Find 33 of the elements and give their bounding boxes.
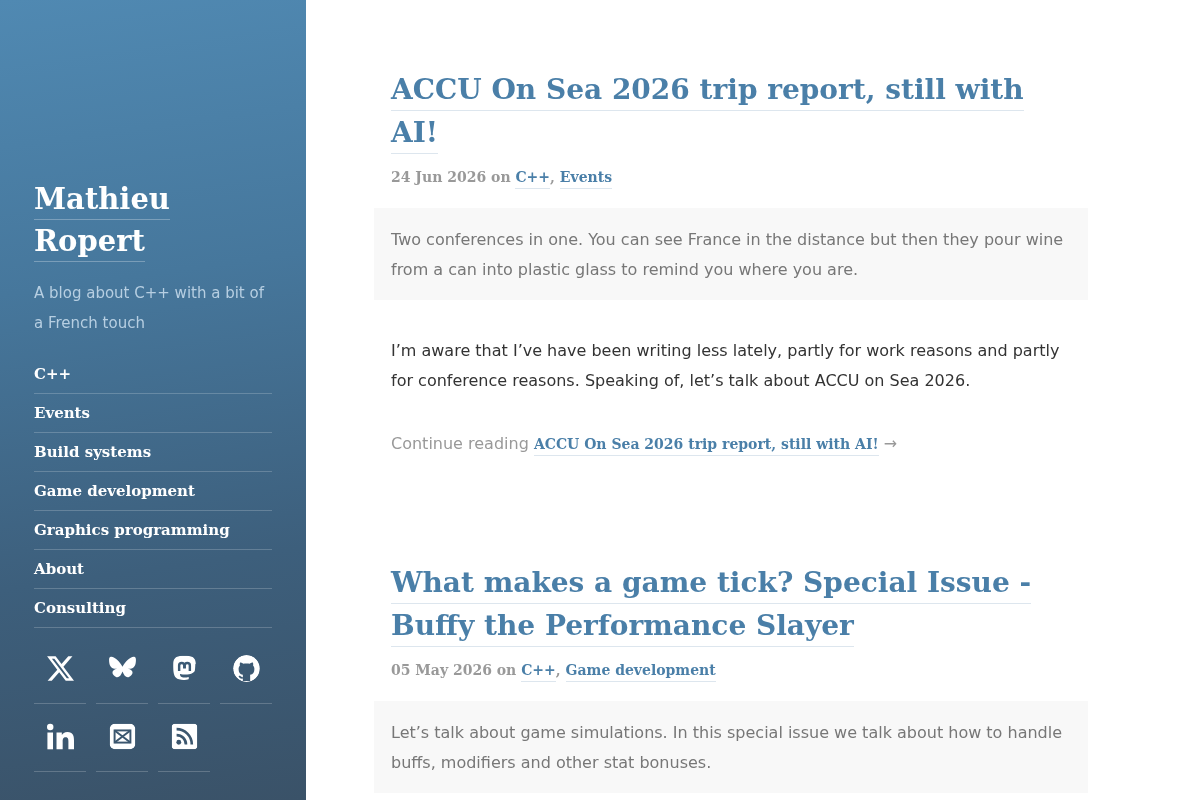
nav-link[interactable]: Events: [34, 394, 272, 433]
rss-icon: [170, 723, 198, 750]
nav-link[interactable]: Build systems: [34, 433, 272, 472]
continue-reading-text: Continue reading: [391, 434, 529, 453]
mastodon-icon: [170, 655, 198, 682]
post-summary: Let’s talk about game simulations. In this special issue we talk about how to handle buffs, modifiers and other stat bonuses.: [374, 701, 1088, 793]
site-title-link[interactable]: Mathieu Ropert: [34, 178, 272, 262]
post-title-link[interactable]: What makes a game tick? Special Issue - Buffy the Performance Slayer: [391, 561, 1071, 647]
category-separator: ,: [555, 662, 561, 678]
post-date: 24 Jun 2026: [391, 169, 487, 185]
nav-link[interactable]: C++: [34, 355, 272, 394]
category-link[interactable]: Events: [559, 169, 613, 189]
linkedin-icon: [46, 723, 74, 750]
post-date: 05 May 2026: [391, 662, 492, 678]
nav-link[interactable]: Consulting: [34, 589, 272, 628]
github-icon: [232, 655, 260, 682]
continue-arrow: →: [883, 434, 898, 453]
byline-text: on: [491, 169, 511, 185]
category-separator: ,: [550, 169, 555, 185]
post-summary: Two conferences in one. You can see France in the distance but then they pour wine from a can into plastic glass to remind you where you are.: [374, 208, 1088, 300]
nav-link[interactable]: About: [34, 550, 272, 589]
site-tagline: A blog about C++ with a bit of a French touch: [34, 283, 266, 334]
x-icon: [46, 655, 74, 682]
category-link[interactable]: C++: [515, 169, 551, 189]
category-link[interactable]: Game development: [565, 662, 716, 682]
nav-link[interactable]: Game development: [34, 472, 272, 511]
byline-text: on: [496, 662, 517, 678]
continue-reading-link[interactable]: ACCU On Sea 2026 trip report, still with AI!: [533, 436, 879, 456]
category-link[interactable]: C++: [521, 662, 556, 682]
nav-link[interactable]: Graphics programming: [34, 511, 272, 550]
post-excerpt: I’m aware that I’ve have been writing less lately, partly for work reasons and partly for conference reasons. Speaking of, let’s talk about ACCU on Sea 2026.: [391, 340, 1061, 392]
post-title-link[interactable]: ACCU On Sea 2026 trip report, still with AI!: [391, 68, 1071, 154]
mail-icon: [108, 723, 136, 750]
